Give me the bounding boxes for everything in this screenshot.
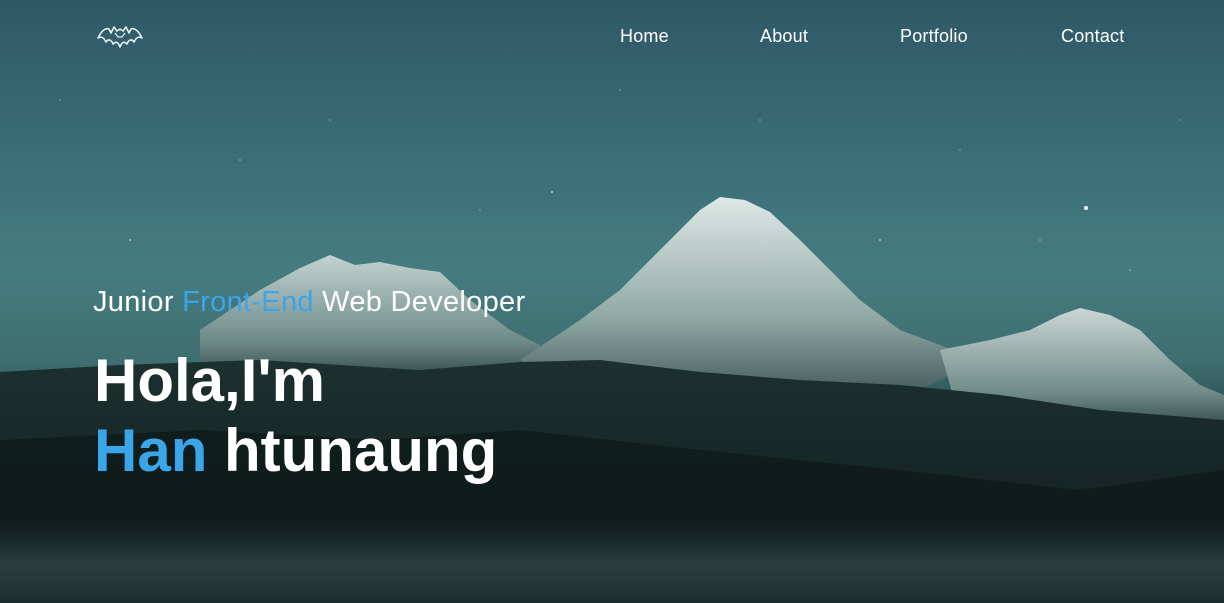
subtitle-part-junior: Junior (93, 286, 183, 318)
name-line: Han htunaung (94, 416, 497, 486)
bat-logo-icon[interactable] (96, 24, 144, 50)
greeting-text: Hola,I'm (94, 347, 325, 414)
hero-headline: Hola,I'm Han htunaung (94, 346, 497, 486)
nav-link-portfolio[interactable]: Portfolio (900, 26, 968, 47)
stars (59, 89, 1181, 271)
subtitle-part-front-end: Front-End (182, 286, 314, 318)
nav-link-home[interactable]: Home (620, 26, 669, 47)
hero-subtitle: Junior Front-End Web Developer (93, 286, 525, 319)
nav-link-about[interactable]: About (760, 26, 808, 47)
subtitle-part-web-developer: Web Developer (313, 286, 526, 318)
name-first: Han (94, 417, 208, 484)
hero-section: Home About Portfolio Contact Junior Fron… (0, 0, 1224, 603)
top-navigation: Home About Portfolio Contact (0, 0, 1224, 76)
nav-link-contact[interactable]: Contact (1061, 26, 1124, 47)
name-rest: htunaung (207, 417, 498, 484)
